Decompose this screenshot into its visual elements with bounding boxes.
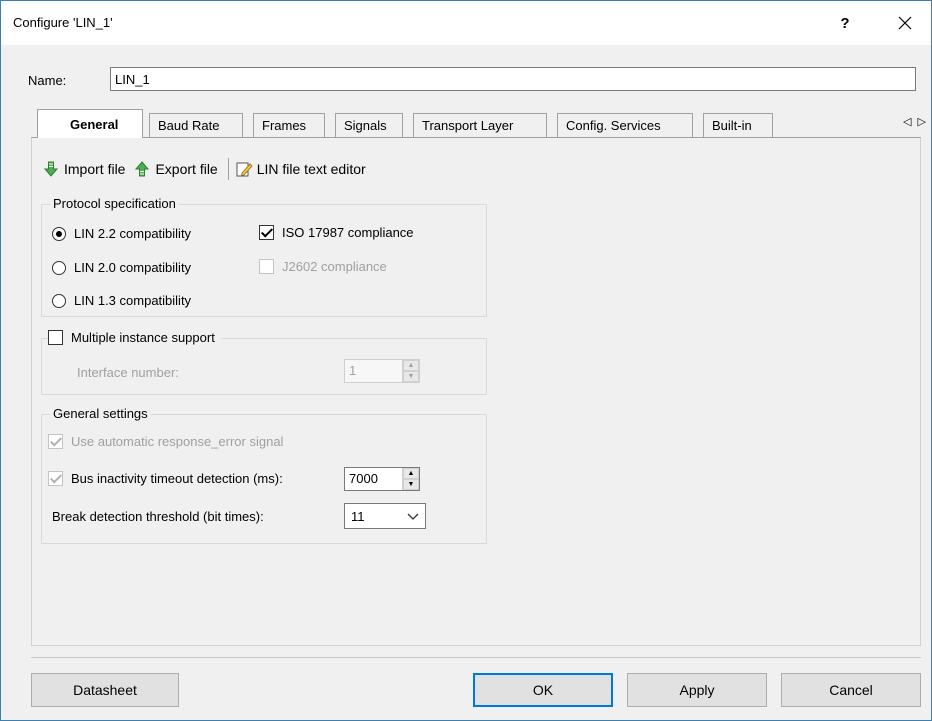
radio-lin20[interactable]: LIN 2.0 compatibility	[52, 260, 191, 275]
radio-lin13-indicator[interactable]	[52, 293, 66, 308]
toolbar-separator	[227, 158, 229, 180]
protocol-specification-title: Protocol specification	[50, 196, 179, 211]
iso-17987-checkbox[interactable]: ISO 17987 compliance	[259, 225, 414, 240]
spin-down-icon[interactable]: ▼	[403, 371, 419, 382]
auto-response-error-label: Use automatic response_error signal	[71, 434, 284, 449]
break-detection-label: Break detection threshold (bit times):	[52, 509, 264, 524]
interface-number-arrows[interactable]: ▲ ▼	[402, 360, 419, 382]
lin-file-editor-label: LIN file text editor	[256, 161, 366, 177]
ok-button[interactable]: OK	[473, 673, 613, 707]
help-button[interactable]: ?	[825, 7, 865, 39]
radio-lin22[interactable]: LIN 2.2 compatibility	[52, 226, 191, 241]
export-file-label: Export file	[155, 161, 218, 177]
apply-button[interactable]: Apply	[627, 673, 767, 707]
bus-inactivity-check-indicator[interactable]	[48, 471, 63, 486]
chevron-down-icon	[407, 513, 419, 520]
auto-response-error-checkbox[interactable]: Use automatic response_error signal	[48, 434, 283, 449]
bus-inactivity-label: Bus inactivity timeout detection (ms):	[71, 471, 283, 486]
import-file-button[interactable]: Import file	[42, 160, 125, 178]
close-button[interactable]	[885, 7, 925, 39]
auto-response-error-check-indicator[interactable]	[48, 434, 63, 449]
general-page: Import file Export file LIN file text ed…	[31, 137, 921, 646]
export-file-button[interactable]: Export file	[133, 160, 218, 178]
name-label: Name:	[28, 73, 67, 88]
multiple-instance-checkbox[interactable]: Multiple instance support	[48, 330, 221, 345]
interface-number-label: Interface number:	[77, 365, 179, 380]
tab-general[interactable]: General	[37, 109, 143, 138]
radio-lin20-indicator[interactable]	[52, 260, 66, 275]
radio-lin13[interactable]: LIN 1.3 compatibility	[52, 293, 191, 308]
tab-built-in[interactable]: Built-in	[703, 113, 773, 137]
radio-lin22-label: LIN 2.2 compatibility	[74, 226, 192, 241]
tab-scroll-left-icon[interactable]: ◁	[903, 116, 917, 128]
j2602-label: J2602 compliance	[282, 259, 387, 274]
tab-scroll-arrows: ◁▷	[903, 115, 932, 128]
bus-inactivity-value[interactable]: 7000	[345, 468, 402, 490]
tab-strip: General Baud Rate Frames Signals Transpo…	[31, 109, 926, 138]
tab-scroll-right-icon[interactable]: ▷	[917, 116, 931, 128]
bus-inactivity-stepper[interactable]: 7000 ▲ ▼	[344, 467, 420, 491]
tab-baud-rate[interactable]: Baud Rate	[149, 113, 243, 137]
close-icon	[898, 16, 912, 30]
tab-transport-layer[interactable]: Transport Layer	[413, 113, 547, 137]
iso-17987-label: ISO 17987 compliance	[282, 225, 414, 240]
footer-divider	[31, 657, 921, 658]
import-arrow-icon	[43, 161, 59, 177]
multiple-instance-check-indicator[interactable]	[48, 330, 63, 345]
toolbar: Import file Export file LIN file text ed…	[42, 156, 374, 182]
bus-inactivity-checkbox[interactable]: Bus inactivity timeout detection (ms):	[48, 471, 283, 486]
window-title: Configure 'LIN_1'	[13, 15, 113, 30]
spin-up-icon[interactable]: ▲	[403, 468, 419, 479]
multiple-instance-label: Multiple instance support	[71, 330, 215, 345]
tab-frames[interactable]: Frames	[253, 113, 325, 137]
import-file-label: Import file	[64, 161, 126, 177]
general-settings-title: General settings	[50, 406, 151, 421]
tab-config-services[interactable]: Config. Services	[557, 113, 693, 137]
break-detection-value: 11	[351, 508, 365, 524]
tab-signals[interactable]: Signals	[335, 113, 403, 137]
j2602-check-indicator[interactable]	[259, 259, 274, 274]
interface-number-stepper[interactable]: 1 ▲ ▼	[344, 359, 420, 383]
j2602-checkbox[interactable]: J2602 compliance	[259, 259, 387, 274]
radio-lin20-label: LIN 2.0 compatibility	[74, 260, 192, 275]
export-arrow-icon	[135, 161, 150, 177]
break-detection-select[interactable]: 11	[344, 503, 426, 529]
name-input[interactable]	[110, 67, 916, 91]
datasheet-button[interactable]: Datasheet	[31, 673, 179, 707]
radio-lin22-indicator[interactable]	[52, 226, 66, 241]
interface-number-value: 1	[349, 363, 357, 378]
spin-up-icon[interactable]: ▲	[403, 360, 419, 371]
cancel-button[interactable]: Cancel	[781, 673, 921, 707]
configure-dialog: Configure 'LIN_1' ? Name: General Baud R…	[0, 0, 932, 721]
iso-17987-check-indicator[interactable]	[259, 225, 274, 240]
spin-down-icon[interactable]: ▼	[403, 479, 419, 490]
bus-inactivity-arrows[interactable]: ▲ ▼	[402, 468, 419, 490]
radio-lin13-label: LIN 1.3 compatibility	[74, 293, 192, 308]
lin-file-editor-button[interactable]: LIN file text editor	[235, 160, 366, 178]
title-bar: Configure 'LIN_1' ?	[1, 1, 931, 45]
edit-document-icon	[236, 162, 253, 177]
